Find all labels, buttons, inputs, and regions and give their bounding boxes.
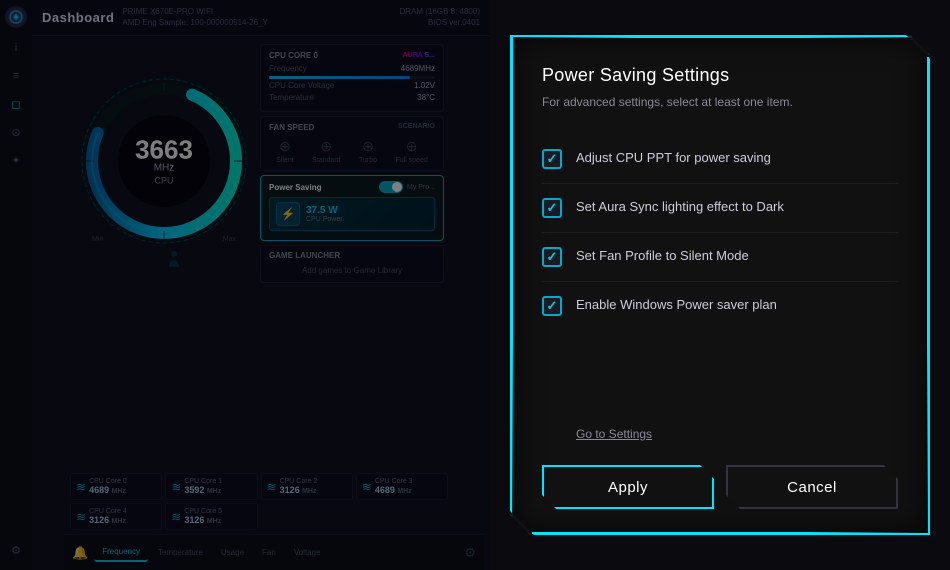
dashboard-overlay [0,0,490,570]
checkbox-win-power[interactable]: Enable Windows Power saver plan [542,282,898,330]
dialog-glow-left [511,37,513,533]
checkbox-label-fan-profile: Set Fan Profile to Silent Mode [576,248,749,265]
go-to-settings-link[interactable]: Go to Settings [542,417,898,445]
power-saving-dialog: Power Saving Settings For advanced setti… [510,35,930,535]
checkbox-fan-profile[interactable]: Set Fan Profile to Silent Mode [542,233,898,282]
checkbox-list: Adjust CPU PPT for power saving Set Aura… [542,135,898,417]
checkbox-box-aura-sync[interactable] [542,198,562,218]
checkbox-label-win-power: Enable Windows Power saver plan [576,297,777,314]
checkbox-cpu-ppt[interactable]: Adjust CPU PPT for power saving [542,135,898,184]
apply-button[interactable]: Apply [542,465,714,509]
checkbox-label-cpu-ppt: Adjust CPU PPT for power saving [576,150,771,167]
checkbox-box-cpu-ppt[interactable] [542,149,562,169]
checkbox-box-win-power[interactable] [542,296,562,316]
dialog-glow-right [927,57,929,533]
cancel-button[interactable]: Cancel [726,465,898,509]
checkbox-aura-sync[interactable]: Set Aura Sync lighting effect to Dark [542,184,898,233]
dialog-title: Power Saving Settings [542,65,898,86]
checkbox-box-fan-profile[interactable] [542,247,562,267]
checkbox-label-aura-sync: Set Aura Sync lighting effect to Dark [576,199,784,216]
dialog-glow-bottom [532,532,928,534]
dialog-subtitle: For advanced settings, select at least o… [542,94,898,111]
dialog-buttons: Apply Cancel [542,465,898,509]
dialog-glow-top [512,36,928,38]
